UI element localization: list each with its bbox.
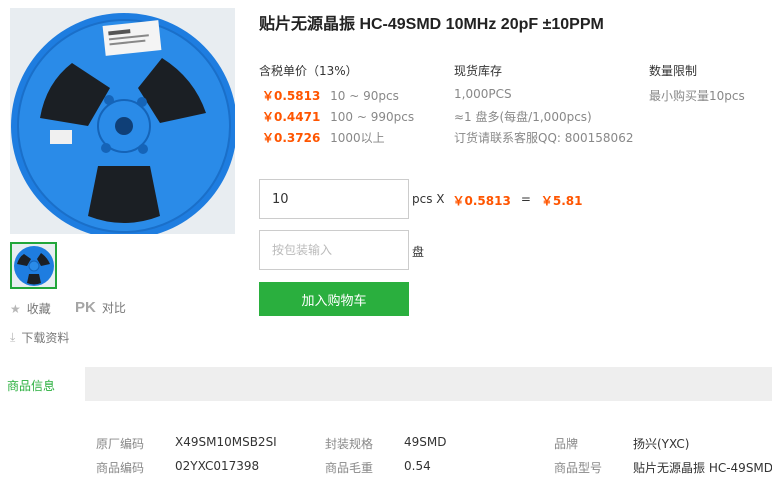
tier-range: 10 ~ 90pcs xyxy=(330,89,399,103)
spec-key: 商品编码 xyxy=(96,461,145,475)
price-header: 含税单价（13%） xyxy=(259,64,358,78)
quantity-input[interactable] xyxy=(259,179,409,219)
tier-price: ￥0.4471 xyxy=(262,110,321,124)
product-main-image xyxy=(10,8,235,234)
tape-reel-illustration xyxy=(10,8,235,234)
spec-key: 品牌 xyxy=(554,437,579,451)
spec-item: 封装规格 49SMD xyxy=(325,435,446,452)
spec-key: 原厂编码 xyxy=(96,437,145,451)
calc-unit: pcs X xyxy=(412,192,445,206)
compare-button[interactable]: PK 对比 xyxy=(75,299,126,316)
download-icon: ⤓ xyxy=(10,330,16,344)
spec-item: 商品型号 贴片无源晶振 HC-49SMD. xyxy=(554,459,772,476)
favorite-button[interactable]: ★ 收藏 xyxy=(10,300,51,317)
spec-item: 商品毛重 0.54 xyxy=(325,459,431,476)
tier-price: ￥0.3726 xyxy=(262,131,321,145)
tape-reel-thumbnail-illustration xyxy=(12,244,55,287)
spec-value: 贴片无源晶振 HC-49SMD. xyxy=(633,461,772,475)
package-unit-label: 盘 xyxy=(412,245,425,259)
compare-label: 对比 xyxy=(101,301,126,315)
spec-key: 商品毛重 xyxy=(325,461,374,475)
star-icon: ★ xyxy=(10,301,21,316)
package-quantity-input[interactable] xyxy=(259,230,409,270)
add-to-cart-button[interactable]: 加入购物车 xyxy=(259,282,409,316)
price-calculation: pcs X ￥0.5813 = ￥5.81 xyxy=(412,192,583,209)
stock-header: 现货库存 xyxy=(454,64,503,78)
pk-compare-icon: PK xyxy=(75,299,96,316)
spec-item: 品牌 扬兴(YXC) xyxy=(554,435,689,452)
tier-range: 1000以上 xyxy=(330,131,385,145)
price-tier-row: ￥0.4471 100 ~ 990pcs xyxy=(262,108,414,125)
detail-tab-bar: 商品信息 xyxy=(0,367,772,401)
spec-value: X49SM10MSB2SI xyxy=(175,435,277,449)
calc-equals: = xyxy=(520,192,531,206)
tier-price: ￥0.5813 xyxy=(262,89,321,103)
limit-text: 最小购买量10pcs xyxy=(649,89,745,103)
stock-reel-info: ≈1 盘多(每盘/1,000pcs) xyxy=(454,110,592,124)
spec-value: 49SMD xyxy=(404,435,447,449)
stock-contact: 订货请联系客服QQ: 800158062 xyxy=(454,131,634,145)
spec-value: 0.54 xyxy=(404,459,431,473)
download-docs-button[interactable]: ⤓ 下载资料 xyxy=(10,329,69,346)
price-tier-row: ￥0.5813 10 ~ 90pcs xyxy=(262,87,399,104)
spec-item: 原厂编码 X49SM10MSB2SI xyxy=(96,435,277,452)
stock-quantity: 1,000PCS xyxy=(454,87,512,101)
price-tier-row: ￥0.3726 1000以上 xyxy=(262,129,385,146)
product-title: 贴片无源晶振 HC-49SMD 10MHz 20pF ±10PPM xyxy=(259,16,604,33)
download-label: 下载资料 xyxy=(21,331,70,345)
favorite-label: 收藏 xyxy=(26,302,51,316)
calc-total: ￥5.81 xyxy=(540,194,583,208)
spec-value: 02YXC017398 xyxy=(175,459,260,473)
tab-product-info[interactable]: 商品信息 xyxy=(0,367,85,401)
spec-value: 扬兴(YXC) xyxy=(633,437,690,451)
spec-key: 封装规格 xyxy=(325,437,374,451)
product-thumbnail[interactable] xyxy=(10,242,57,289)
spec-key: 商品型号 xyxy=(554,461,603,475)
spec-item: 商品编码 02YXC017398 xyxy=(96,459,259,476)
calc-unit-price: ￥0.5813 xyxy=(452,194,511,208)
tier-range: 100 ~ 990pcs xyxy=(330,110,415,124)
limit-header: 数量限制 xyxy=(649,64,698,78)
